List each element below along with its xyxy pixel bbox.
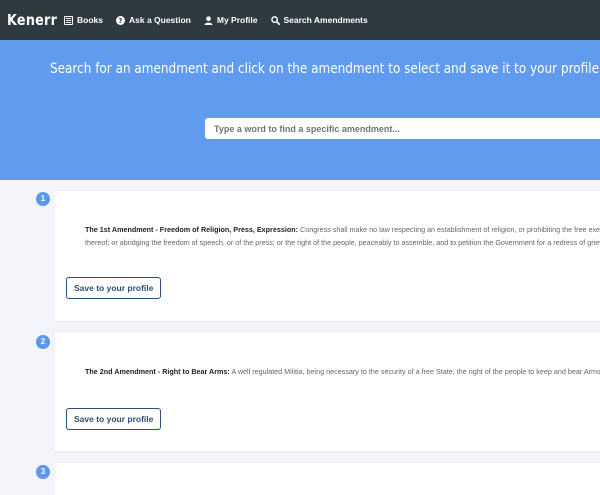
amendment-body: A well regulated Militia, being necessar…	[231, 367, 600, 376]
amendment-search-input[interactable]	[205, 118, 600, 139]
nav-item-ask-question-label: Ask a Question	[128, 15, 191, 25]
amendment-text-block: The 2nd Amendment - Right to Bear Arms: …	[85, 366, 600, 379]
top-navbar: Kenerr Books ? Ask a Question My Profile…	[0, 0, 600, 40]
search-icon	[270, 15, 280, 25]
question-circle-icon: ?	[115, 15, 125, 25]
nav-item-ask-question[interactable]: ? Ask a Question	[115, 15, 191, 25]
amendment-number-badge: 1	[36, 192, 50, 206]
amendment-card[interactable]: The 1st Amendment - Freedom of Religion,…	[55, 191, 600, 321]
user-icon	[204, 15, 213, 25]
amendment-number-badge: 3	[36, 465, 50, 479]
amendment-number-badge: 2	[36, 335, 50, 349]
amendment-text-block: The 1st Amendment - Freedom of Religion,…	[85, 224, 600, 249]
amendment-card[interactable]	[55, 463, 600, 495]
hero-banner: Search for an amendment and click on the…	[0, 40, 600, 180]
nav-item-my-profile[interactable]: My Profile	[204, 15, 258, 25]
amendment-title: The 1st Amendment - Freedom of Religion,…	[85, 225, 299, 234]
nav-item-my-profile-label: My Profile	[216, 15, 258, 25]
nav-item-books[interactable]: Books	[64, 15, 103, 25]
nav-item-search-amendments-label: Search Amendments	[283, 15, 368, 25]
save-to-profile-button[interactable]: Save to your profile	[66, 408, 162, 430]
amendment-card[interactable]: The 2nd Amendment - Right to Bear Arms: …	[55, 333, 600, 451]
nav-item-books-label: Books	[77, 15, 103, 25]
hero-title: Search for an amendment and click on the…	[50, 61, 600, 77]
save-to-profile-button[interactable]: Save to your profile	[66, 277, 162, 299]
brand-logo[interactable]: Kenerr	[7, 11, 57, 29]
svg-text:?: ?	[119, 17, 123, 25]
nav-item-search-amendments[interactable]: Search Amendments	[270, 15, 368, 25]
book-icon	[64, 15, 73, 25]
amendment-title: The 2nd Amendment - Right to Bear Arms:	[85, 367, 230, 376]
